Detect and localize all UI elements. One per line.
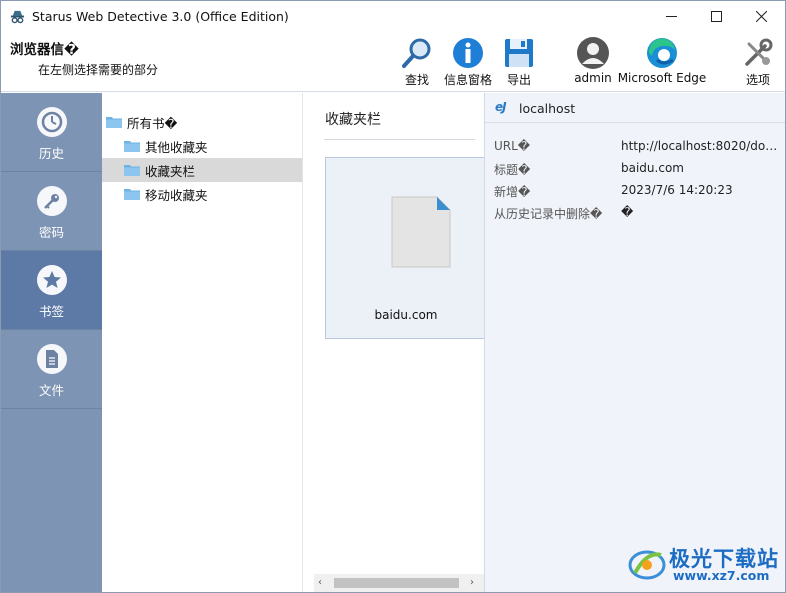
tree-item-label: 移动收藏夹 [145, 187, 208, 203]
watermark: 极光下载站 www.xz7.com [627, 541, 782, 587]
detail-row: URL� http://localhost:8020/doc/... [494, 139, 784, 157]
title-bar: Starus Web Detective 3.0 (Office Edition… [1, 1, 785, 32]
folder-icon [124, 188, 140, 200]
browser-button[interactable]: Microsoft Edge [617, 36, 707, 90]
minimize-icon [666, 16, 677, 17]
divider [324, 139, 475, 140]
section-subheading: 在左侧选择需要的部分 [38, 63, 159, 77]
scrollbar-thumb[interactable] [334, 578, 459, 588]
key-icon [43, 194, 59, 209]
info-icon [453, 38, 483, 68]
detail-value: � [621, 205, 634, 219]
toolbar: 浏览器信� 在左侧选择需要的部分 查找 信息窗格 导出 admin Micros… [1, 32, 785, 92]
options-button[interactable]: 选项 [740, 36, 776, 90]
clock-icon [41, 111, 62, 133]
scroll-right-icon[interactable]: › [470, 577, 474, 588]
nav-history-label: 历史 [38, 146, 64, 161]
nav-passwords-label: 密码 [38, 225, 64, 240]
detail-row: 从历史记录中删除� � [494, 205, 784, 223]
detail-key: URL� [494, 139, 531, 153]
floppy-disk-icon [505, 39, 533, 67]
folder-icon [124, 164, 140, 176]
tree-item-label: 其他收藏夹 [145, 139, 208, 155]
tree-item[interactable]: 移动收藏夹 [102, 182, 302, 206]
edge-small-icon: eJ [495, 100, 507, 114]
user-avatar-icon [577, 37, 609, 69]
scroll-left-icon[interactable]: ‹ [318, 577, 322, 588]
nav-bookmarks-label: 书签 [38, 304, 64, 319]
detail-key: 从历史记录中删除� [494, 207, 603, 221]
horizontal-scrollbar[interactable]: ‹ › [314, 574, 484, 592]
details-host: localhost [519, 101, 576, 116]
folder-icon [106, 116, 122, 128]
detail-value[interactable]: http://localhost:8020/doc/... [621, 139, 781, 153]
star-icon [42, 271, 61, 288]
content-title: 收藏夹栏 [325, 112, 381, 128]
left-navigation: 历史 密码 书签 文件 [1, 93, 102, 592]
nav-files-label: 文件 [38, 383, 64, 398]
details-pane: eJ localhost URL� http://localhost:8020/… [484, 93, 785, 592]
tree-item-label: 收藏夹栏 [145, 163, 196, 179]
app-window: Starus Web Detective 3.0 (Office Edition… [0, 0, 786, 593]
bookmark-content: 收藏夹栏 baidu.com [304, 93, 485, 592]
minimize-button[interactable] [649, 1, 694, 32]
maximize-button[interactable] [694, 1, 739, 32]
nav-item-files[interactable]: 文件 [1, 330, 102, 409]
detail-key: 新增� [494, 185, 531, 199]
export-button[interactable]: 导出 [501, 36, 537, 90]
detail-key: 标题� [494, 163, 531, 177]
file-icon [391, 196, 451, 268]
tree-root-label: 所有书� [127, 115, 178, 131]
nav-item-bookmarks[interactable]: 书签 [1, 251, 102, 330]
user-label: admin [574, 71, 612, 85]
detail-value: 2023/7/6 14:20:23 [621, 183, 733, 197]
edge-browser-icon [647, 38, 677, 68]
details-header: eJ localhost [485, 93, 785, 123]
magnifier-icon [402, 38, 431, 68]
tree-root[interactable]: 所有书� [102, 110, 302, 134]
watermark-url: www.xz7.com [673, 568, 770, 583]
detective-hat-icon [10, 10, 25, 24]
find-label: 查找 [404, 73, 429, 87]
watermark-logo-icon [628, 550, 666, 580]
detail-row: 标题� baidu.com [494, 161, 784, 179]
info-pane-button[interactable]: 信息窗格 [439, 36, 497, 90]
maximize-icon [711, 11, 722, 22]
section-heading: 浏览器信� [10, 42, 80, 58]
close-icon [756, 11, 767, 22]
options-label: 选项 [745, 73, 770, 87]
detail-row: 新增� 2023/7/6 14:20:23 [494, 183, 784, 201]
detail-value: baidu.com [621, 161, 684, 175]
export-label: 导出 [506, 73, 531, 87]
bookmark-card[interactable]: baidu.com [325, 157, 485, 339]
find-button[interactable]: 查找 [399, 36, 435, 90]
tree-item-selected[interactable]: 收藏夹栏 [102, 158, 302, 182]
info-pane-label: 信息窗格 [443, 73, 492, 87]
browser-label: Microsoft Edge [617, 71, 707, 85]
tools-icon [745, 38, 773, 66]
tree-item[interactable]: 其他收藏夹 [102, 134, 302, 158]
window-title: Starus Web Detective 3.0 (Office Edition… [32, 9, 289, 24]
document-icon [45, 350, 58, 368]
bookmark-tree: 所有书� 其他收藏夹 收藏夹栏 移动收藏夹 [102, 93, 303, 592]
user-button[interactable]: admin [572, 36, 614, 90]
nav-item-passwords[interactable]: 密码 [1, 172, 102, 251]
close-button[interactable] [739, 1, 784, 32]
folder-icon [124, 140, 140, 152]
nav-item-history[interactable]: 历史 [1, 93, 102, 172]
